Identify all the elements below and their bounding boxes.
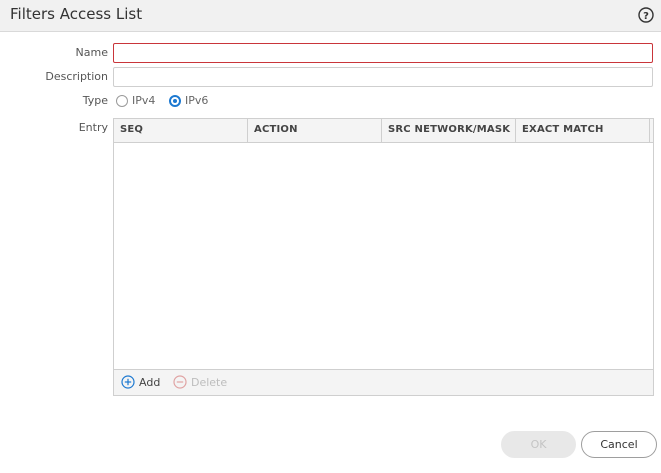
help-icon[interactable]: ? bbox=[638, 7, 654, 23]
entry-label: Entry bbox=[78, 121, 108, 134]
column-header-seq[interactable]: SEQ bbox=[114, 119, 248, 142]
column-header-src-network-mask[interactable]: SRC NETWORK/MASK bbox=[382, 119, 516, 142]
radio-ipv6-indicator[interactable] bbox=[169, 94, 181, 107]
radio-ipv4-label: IPv4 bbox=[132, 94, 156, 107]
entry-table-body bbox=[114, 143, 653, 369]
column-header-exact-match[interactable]: EXACT MATCH bbox=[516, 119, 650, 142]
description-input[interactable] bbox=[113, 67, 653, 87]
delete-button[interactable]: Delete bbox=[173, 375, 227, 389]
column-header-action[interactable]: ACTION bbox=[248, 119, 382, 142]
minus-circle-icon bbox=[173, 375, 187, 389]
cancel-button[interactable]: Cancel bbox=[581, 431, 657, 458]
type-radio-ipv6[interactable]: IPv6 bbox=[169, 94, 208, 107]
name-input[interactable] bbox=[113, 43, 653, 63]
radio-ipv6-label: IPv6 bbox=[185, 94, 209, 107]
ok-button[interactable]: OK bbox=[501, 431, 576, 458]
plus-circle-icon bbox=[121, 375, 135, 389]
type-label: Type bbox=[82, 94, 108, 107]
svg-text:?: ? bbox=[643, 11, 649, 22]
dialog-title: Filters Access List bbox=[10, 5, 143, 23]
entry-table-toolbar: Add Delete bbox=[114, 369, 653, 395]
description-label: Description bbox=[45, 70, 108, 83]
name-label: Name bbox=[75, 46, 108, 59]
entry-table: SEQ ACTION SRC NETWORK/MASK EXACT MATCH … bbox=[113, 118, 654, 396]
entry-table-header: SEQ ACTION SRC NETWORK/MASK EXACT MATCH bbox=[114, 119, 653, 143]
add-button-label: Add bbox=[139, 375, 161, 389]
radio-ipv4-indicator[interactable] bbox=[116, 94, 128, 107]
add-button[interactable]: Add bbox=[121, 375, 160, 389]
type-radio-ipv4[interactable]: IPv4 bbox=[116, 94, 155, 107]
delete-button-label: Delete bbox=[191, 375, 228, 389]
dialog-titlebar: Filters Access List ? bbox=[0, 0, 661, 32]
